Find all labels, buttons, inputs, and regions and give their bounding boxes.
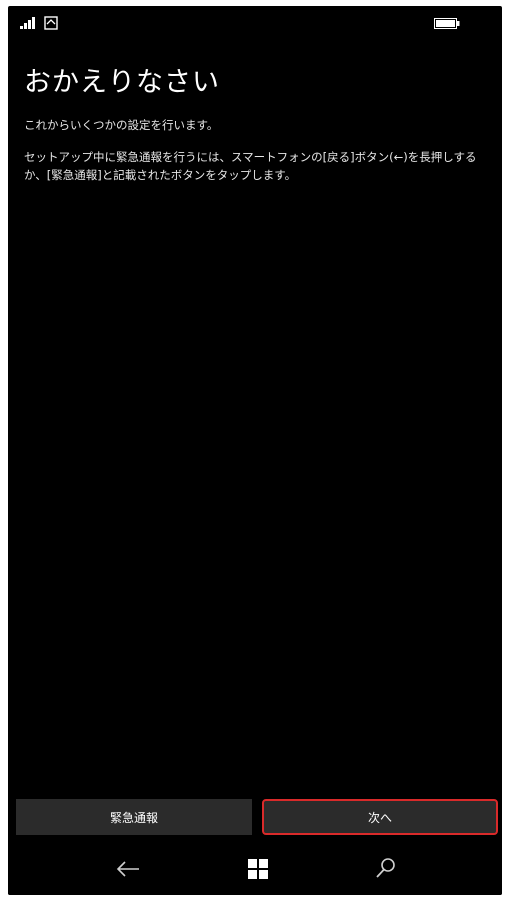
- windows-start-icon: [248, 859, 268, 879]
- search-icon: [376, 858, 395, 878]
- back-arrow-icon: [116, 861, 139, 877]
- emergency-call-button[interactable]: 緊急通報: [16, 799, 252, 835]
- navigation-bar: [8, 844, 502, 895]
- start-button[interactable]: [240, 854, 276, 884]
- emergency-instructions: セットアップ中に緊急通報を行うには、スマートフォンの[戻る]ボタン(←)を長押し…: [24, 150, 477, 182]
- battery-icon: [434, 18, 460, 29]
- phone-screen: おかえりなさい これからいくつかの設定を行います。 セットアップ中に緊急通報を行…: [8, 6, 502, 895]
- page-title: おかえりなさい: [24, 67, 220, 98]
- search-button[interactable]: [368, 854, 404, 884]
- wifi-icon: [44, 16, 58, 30]
- status-bar: [8, 6, 502, 36]
- intro-text: これからいくつかの設定を行います。: [24, 118, 219, 132]
- signal-icon: [20, 17, 35, 29]
- back-button[interactable]: [110, 854, 146, 884]
- next-button[interactable]: 次へ: [262, 799, 498, 835]
